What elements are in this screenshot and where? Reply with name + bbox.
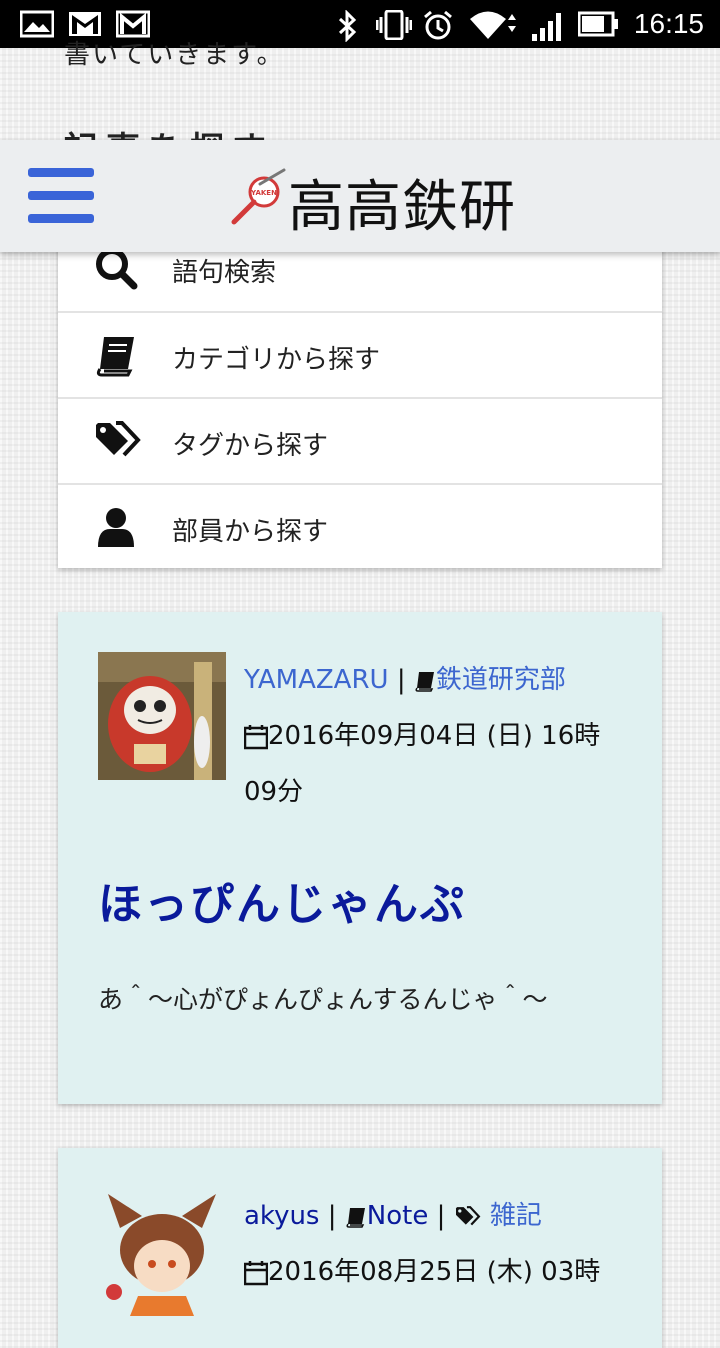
tags-icon	[455, 1205, 481, 1225]
post-date: 2016年09月04日 (日) 16時 09分	[244, 708, 600, 820]
category-link[interactable]: Note	[367, 1201, 429, 1231]
hamburger-icon[interactable]	[28, 168, 94, 224]
battery-icon	[578, 11, 618, 37]
author-link[interactable]: akyus	[244, 1201, 319, 1231]
book-icon	[346, 1207, 365, 1228]
post-title[interactable]: ほっぴんじゃんぷ	[98, 868, 466, 932]
wifi-icon	[470, 11, 516, 39]
menu-item-label: タグから探す	[172, 431, 329, 461]
menu-item-by-tag[interactable]: タグから探す	[58, 397, 662, 484]
author-avatar[interactable]	[98, 652, 226, 780]
post-date: 2016年08月25日 (木) 03時	[244, 1244, 600, 1300]
search-icon	[96, 248, 138, 290]
post-excerpt: あ＾〜心がぴょんぴょんするんじゃ＾〜	[98, 985, 548, 1014]
user-icon	[98, 508, 134, 547]
site-title[interactable]: 高高鉄研	[288, 162, 516, 243]
category-link[interactable]: 鉄道研究部	[436, 665, 566, 695]
author-avatar[interactable]	[98, 1188, 226, 1316]
menu-item-label: 部員から探す	[172, 517, 329, 547]
svg-text:YAKEN: YAKEN	[250, 189, 277, 197]
gallery-icon	[20, 10, 54, 38]
alarm-icon	[424, 10, 452, 40]
book-icon	[96, 337, 134, 377]
page-intro-text: 書いていきます。	[64, 40, 285, 70]
magnifier-logo-icon[interactable]: YAKEN	[228, 168, 288, 228]
tags-icon	[96, 421, 141, 457]
vibrate-icon	[376, 10, 412, 40]
bluetooth-icon	[338, 10, 357, 42]
book-icon	[415, 671, 434, 692]
calendar-icon	[244, 1260, 268, 1285]
app-header: YAKEN 高高鉄研	[0, 140, 720, 252]
menu-item-by-category[interactable]: カテゴリから探す	[58, 311, 662, 398]
post-date-text: 2016年08月25日 (木) 03時	[268, 1257, 601, 1287]
post-card: YAMAZARU | 鉄道研究部 2016年09月04日 (日) 16時 09分…	[58, 612, 662, 1104]
menu-item-label: 語句検索	[172, 258, 277, 288]
menu-item-label: カテゴリから探す	[172, 345, 381, 375]
menu-item-by-member[interactable]: 部員から探す	[58, 483, 662, 570]
post-date-text: 2016年09月04日 (日) 16時	[268, 721, 601, 751]
author-link[interactable]: YAMAZARU	[244, 665, 389, 695]
status-time: 16:15	[633, 8, 704, 39]
signal-icon	[532, 13, 561, 41]
post-meta: akyus | Note | 雑記	[244, 1201, 542, 1231]
search-menu: 語句検索 カテゴリから探す タグから探す 部員から探す	[58, 230, 662, 568]
tag-link[interactable]: 雑記	[490, 1201, 542, 1231]
post-card: akyus | Note | 雑記 2016年08月25日 (木) 03時	[58, 1148, 662, 1348]
post-date-text-cont: 09分	[244, 777, 304, 807]
post-meta: YAMAZARU | 鉄道研究部	[244, 665, 566, 695]
calendar-icon	[244, 724, 268, 749]
